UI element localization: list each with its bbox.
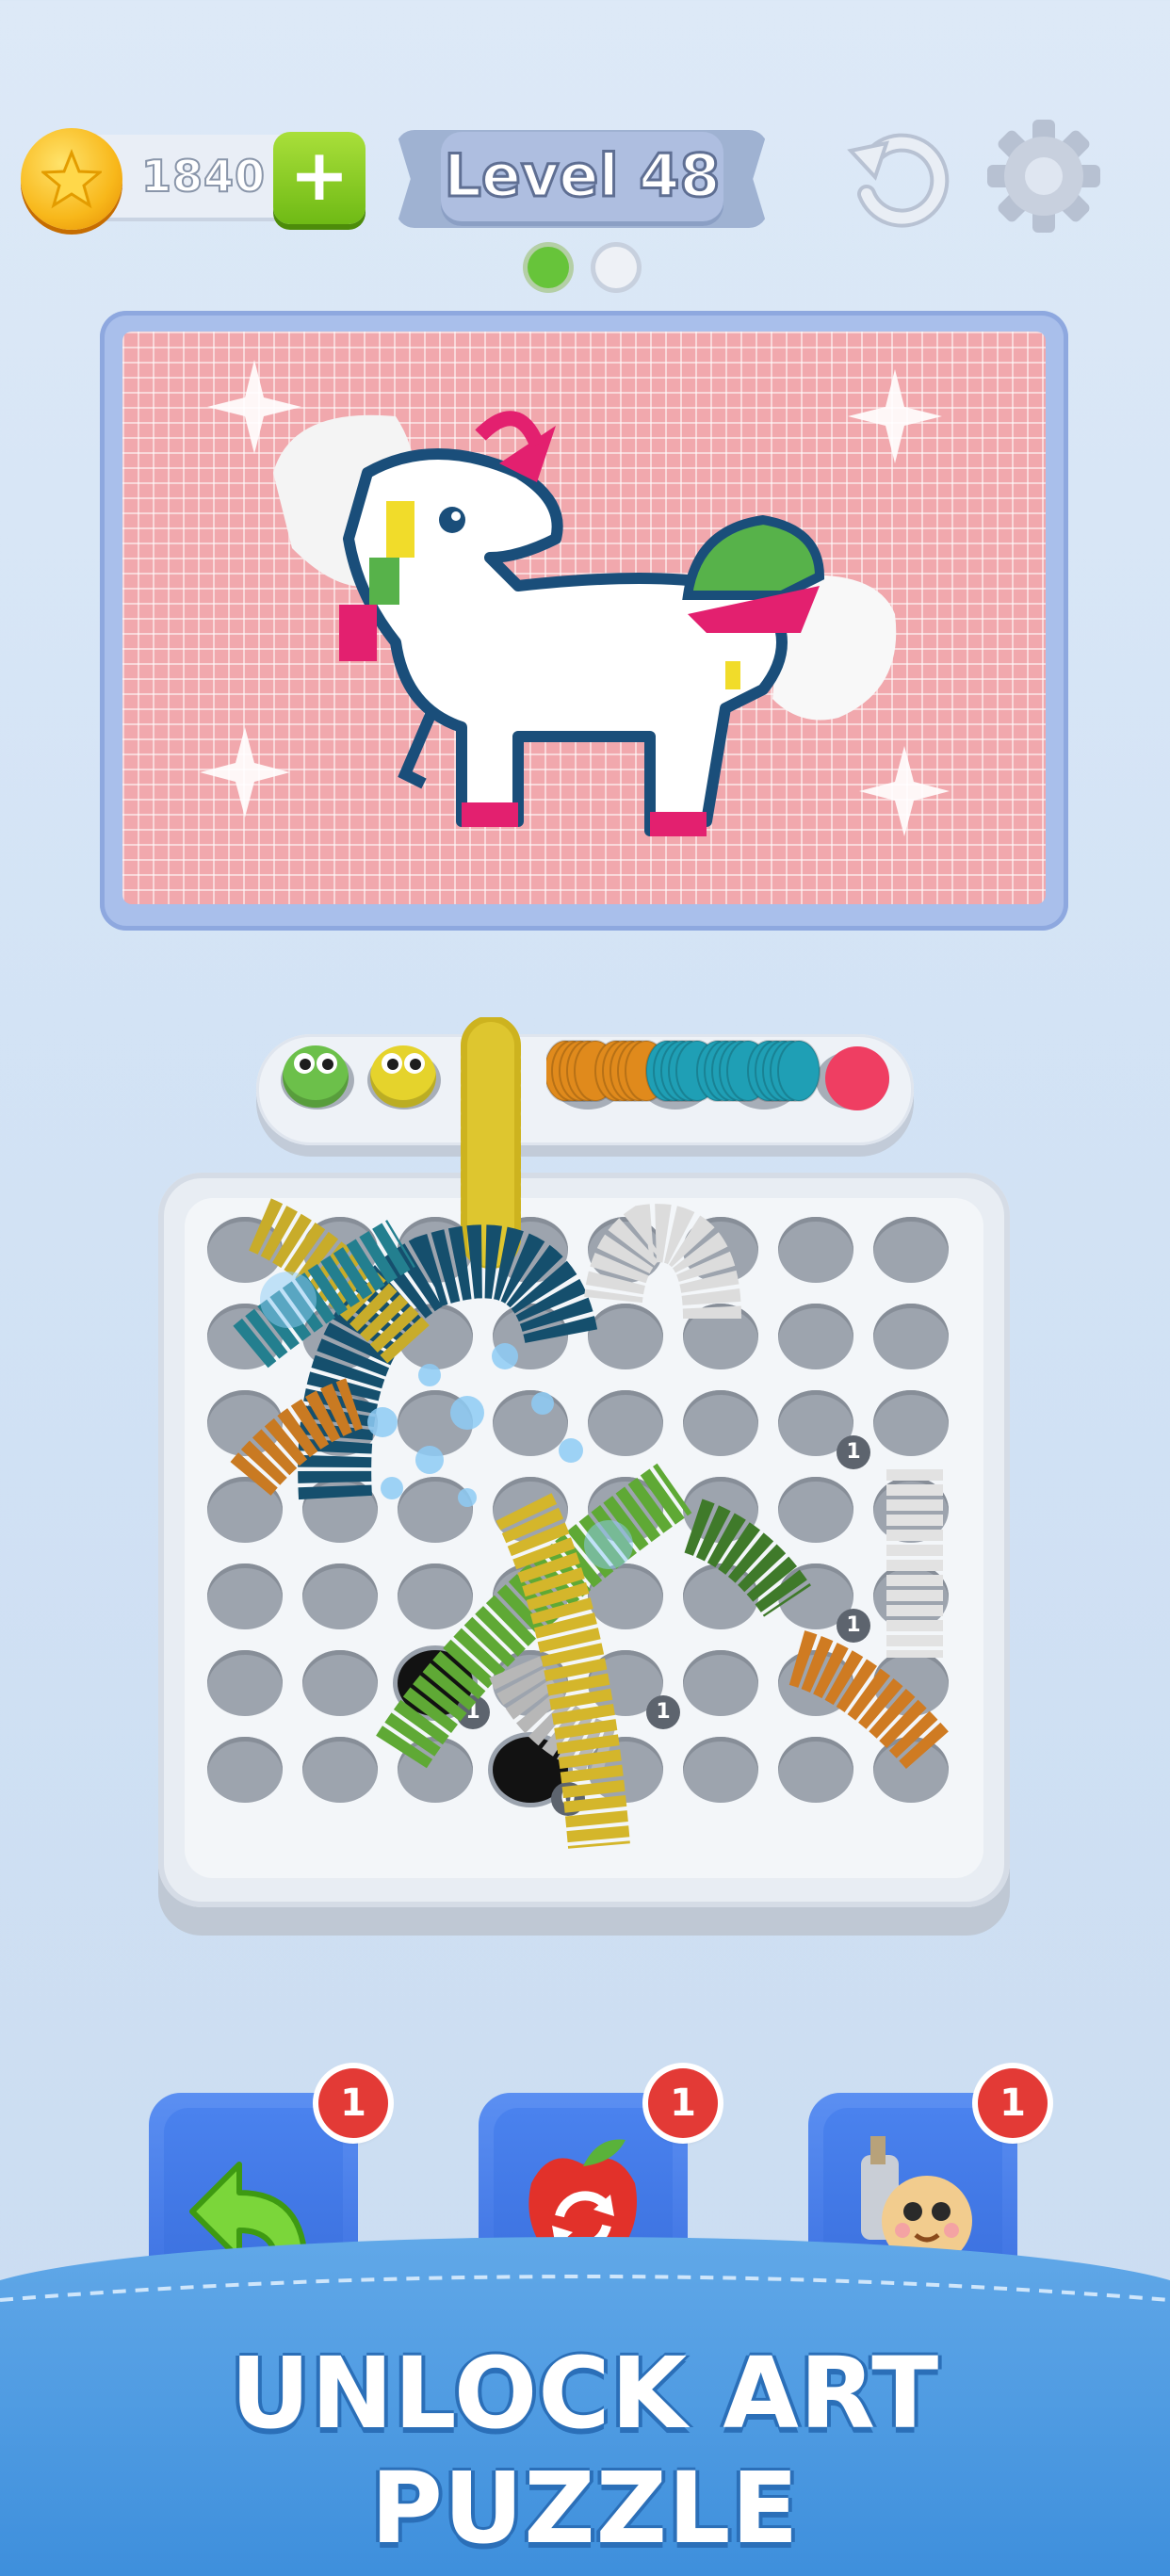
worms-layer[interactable]: [185, 1017, 983, 1903]
page-dot-active: [528, 247, 569, 288]
worm-orange-right: [788, 1630, 951, 1771]
promo-banner-text: UNLOCK ART PUZZLE: [230, 2336, 940, 2566]
page-dot: [595, 247, 637, 288]
banner-stitching: [0, 2275, 1170, 2302]
plus-icon: +: [289, 133, 349, 217]
shuffle-booster-count: 1: [648, 2068, 718, 2138]
art-canvas: [122, 332, 1046, 904]
restart-icon: [847, 133, 950, 228]
level-title: Level 48: [443, 140, 722, 212]
gear-icon: [987, 120, 1100, 233]
worm-white-arch: [584, 1204, 741, 1320]
undo-booster-count: 1: [318, 2068, 388, 2138]
unicorn-pixel-art: [200, 360, 950, 836]
worm-dark-green: [683, 1499, 811, 1618]
coin-count: 1840: [140, 150, 267, 203]
add-coins-button[interactable]: +: [273, 132, 366, 224]
helper-booster-count: 1: [978, 2068, 1048, 2138]
settings-button[interactable]: [984, 117, 1103, 235]
coin-icon: [21, 128, 122, 230]
restart-button[interactable]: [843, 121, 954, 232]
